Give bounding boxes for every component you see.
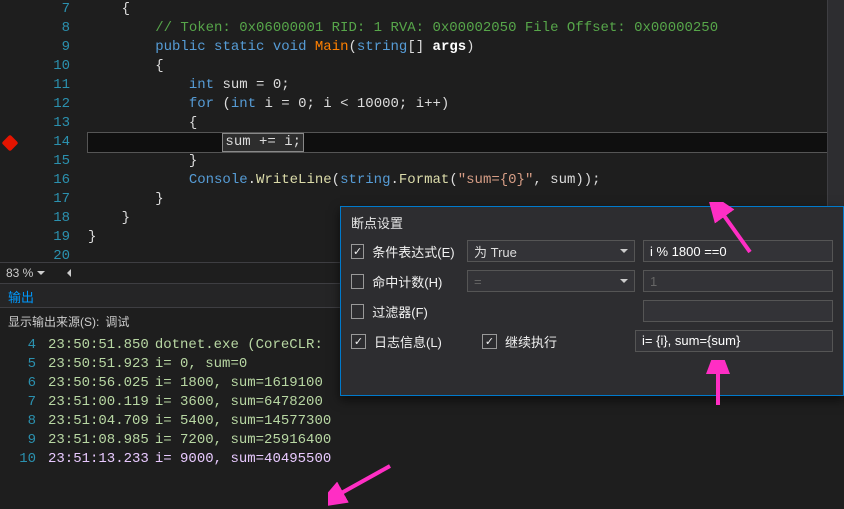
line-number: 19 [20, 228, 70, 247]
bp-hitcount-combo-text: = [474, 274, 482, 289]
output-timestamp: 23:51:08.985 [48, 431, 149, 450]
output-line: 923:51:08.985 i= 7200, sum=25916400 [0, 431, 844, 450]
bp-continue-label: 继续执行 [505, 332, 557, 351]
line-number: 12 [20, 95, 70, 114]
bp-condition-input[interactable] [643, 240, 833, 262]
zoom-percent[interactable]: 83 % [6, 266, 33, 280]
output-text: dotnet.exe (CoreCLR: [155, 336, 323, 355]
output-timestamp: 23:51:00.119 [48, 393, 149, 412]
output-line-number: 6 [0, 374, 48, 393]
output-line-number: 9 [0, 431, 48, 450]
code-line[interactable]: { [88, 57, 844, 76]
line-number: 7 [20, 0, 70, 19]
bp-log-message[interactable]: i= {i}, sum={sum} [635, 330, 833, 352]
output-timestamp: 23:51:13.233 [48, 450, 149, 469]
line-number: 18 [20, 209, 70, 228]
bp-filter-checkbox[interactable] [351, 304, 364, 319]
code-line[interactable]: int sum = 0; [88, 76, 844, 95]
breakpoint-popup-title: 断点设置 [341, 207, 843, 236]
output-text: i= 5400, sum=14577300 [155, 412, 331, 431]
line-number: 16 [20, 171, 70, 190]
output-line: 823:51:04.709 i= 5400, sum=14577300 [0, 412, 844, 431]
output-timestamp: 23:50:56.025 [48, 374, 149, 393]
line-number: 9 [20, 38, 70, 57]
bp-row-log: 日志信息(L) 继续执行 i= {i}, sum={sum} [341, 326, 843, 356]
line-number: 10 [20, 57, 70, 76]
output-line-number: 7 [0, 393, 48, 412]
output-text: i= 9000, sum=40495500 [155, 450, 331, 469]
chevron-down-icon [620, 279, 628, 287]
line-number: 15 [20, 152, 70, 171]
code-line[interactable]: } [88, 152, 844, 171]
line-number: 20 [20, 247, 70, 266]
bp-row-hitcount: 命中计数(H) = [341, 266, 843, 296]
code-line[interactable]: public static void Main(string[] args) [88, 38, 844, 57]
bp-condition-label: 条件表达式(E) [372, 242, 459, 261]
output-timestamp: 23:50:51.850 [48, 336, 149, 355]
breakpoint-settings-popup[interactable]: 断点设置 条件表达式(E) 为 True 命中计数(H) = 过滤器(F) 日志… [340, 206, 844, 396]
output-line: 1023:51:13.233 i= 9000, sum=40495500 [0, 450, 844, 469]
code-line[interactable]: { [88, 0, 844, 19]
line-number: 13 [20, 114, 70, 133]
code-line[interactable]: Console.WriteLine(string.Format("sum={0}… [88, 171, 844, 190]
output-source-label: 显示输出来源(S): [8, 313, 99, 330]
bp-filter-label: 过滤器(F) [372, 302, 459, 321]
output-text: i= 3600, sum=6478200 [155, 393, 323, 412]
bp-condition-combo[interactable]: 为 True [467, 240, 635, 262]
bp-log-label: 日志信息(L) [374, 332, 474, 351]
bp-hitcount-combo[interactable]: = [467, 270, 635, 292]
bp-hitcount-label: 命中计数(H) [372, 272, 459, 291]
bp-hitcount-input[interactable] [643, 270, 833, 292]
bp-condition-checkbox[interactable] [351, 244, 364, 259]
code-line[interactable]: sum += i; [88, 133, 844, 152]
output-text: i= 0, sum=0 [155, 355, 247, 374]
output-timestamp: 23:50:51.923 [48, 355, 149, 374]
zoom-dropdown-icon[interactable] [37, 271, 45, 279]
output-line-number: 8 [0, 412, 48, 431]
bp-condition-combo-text: 为 True [474, 242, 517, 261]
output-source-value[interactable]: 调试 [105, 313, 129, 330]
output-line-number: 10 [0, 450, 48, 469]
line-number: 17 [20, 190, 70, 209]
nav-back-icon[interactable] [63, 269, 71, 277]
code-line[interactable]: { [88, 114, 844, 133]
chevron-down-icon [620, 249, 628, 257]
line-number: 14 [20, 133, 70, 152]
code-line[interactable]: for (int i = 0; i < 10000; i++) [88, 95, 844, 114]
line-number: 11 [20, 76, 70, 95]
code-line[interactable]: // Token: 0x06000001 RID: 1 RVA: 0x00002… [88, 19, 844, 38]
output-timestamp: 23:51:04.709 [48, 412, 149, 431]
bp-row-condition: 条件表达式(E) 为 True [341, 236, 843, 266]
output-line-number: 5 [0, 355, 48, 374]
breakpoint-marker[interactable] [2, 135, 19, 152]
output-text: i= 7200, sum=25916400 [155, 431, 331, 450]
line-number: 8 [20, 19, 70, 38]
breakpoint-margin[interactable] [0, 0, 20, 262]
line-numbers: 7891011121314151617181920 [20, 0, 88, 262]
output-line-number: 4 [0, 336, 48, 355]
bp-hitcount-checkbox[interactable] [351, 274, 364, 289]
bp-filter-input[interactable] [643, 300, 833, 322]
bp-continue-checkbox[interactable] [482, 334, 497, 349]
bp-log-checkbox[interactable] [351, 334, 366, 349]
bp-row-filter: 过滤器(F) [341, 296, 843, 326]
output-text: i= 1800, sum=1619100 [155, 374, 323, 393]
